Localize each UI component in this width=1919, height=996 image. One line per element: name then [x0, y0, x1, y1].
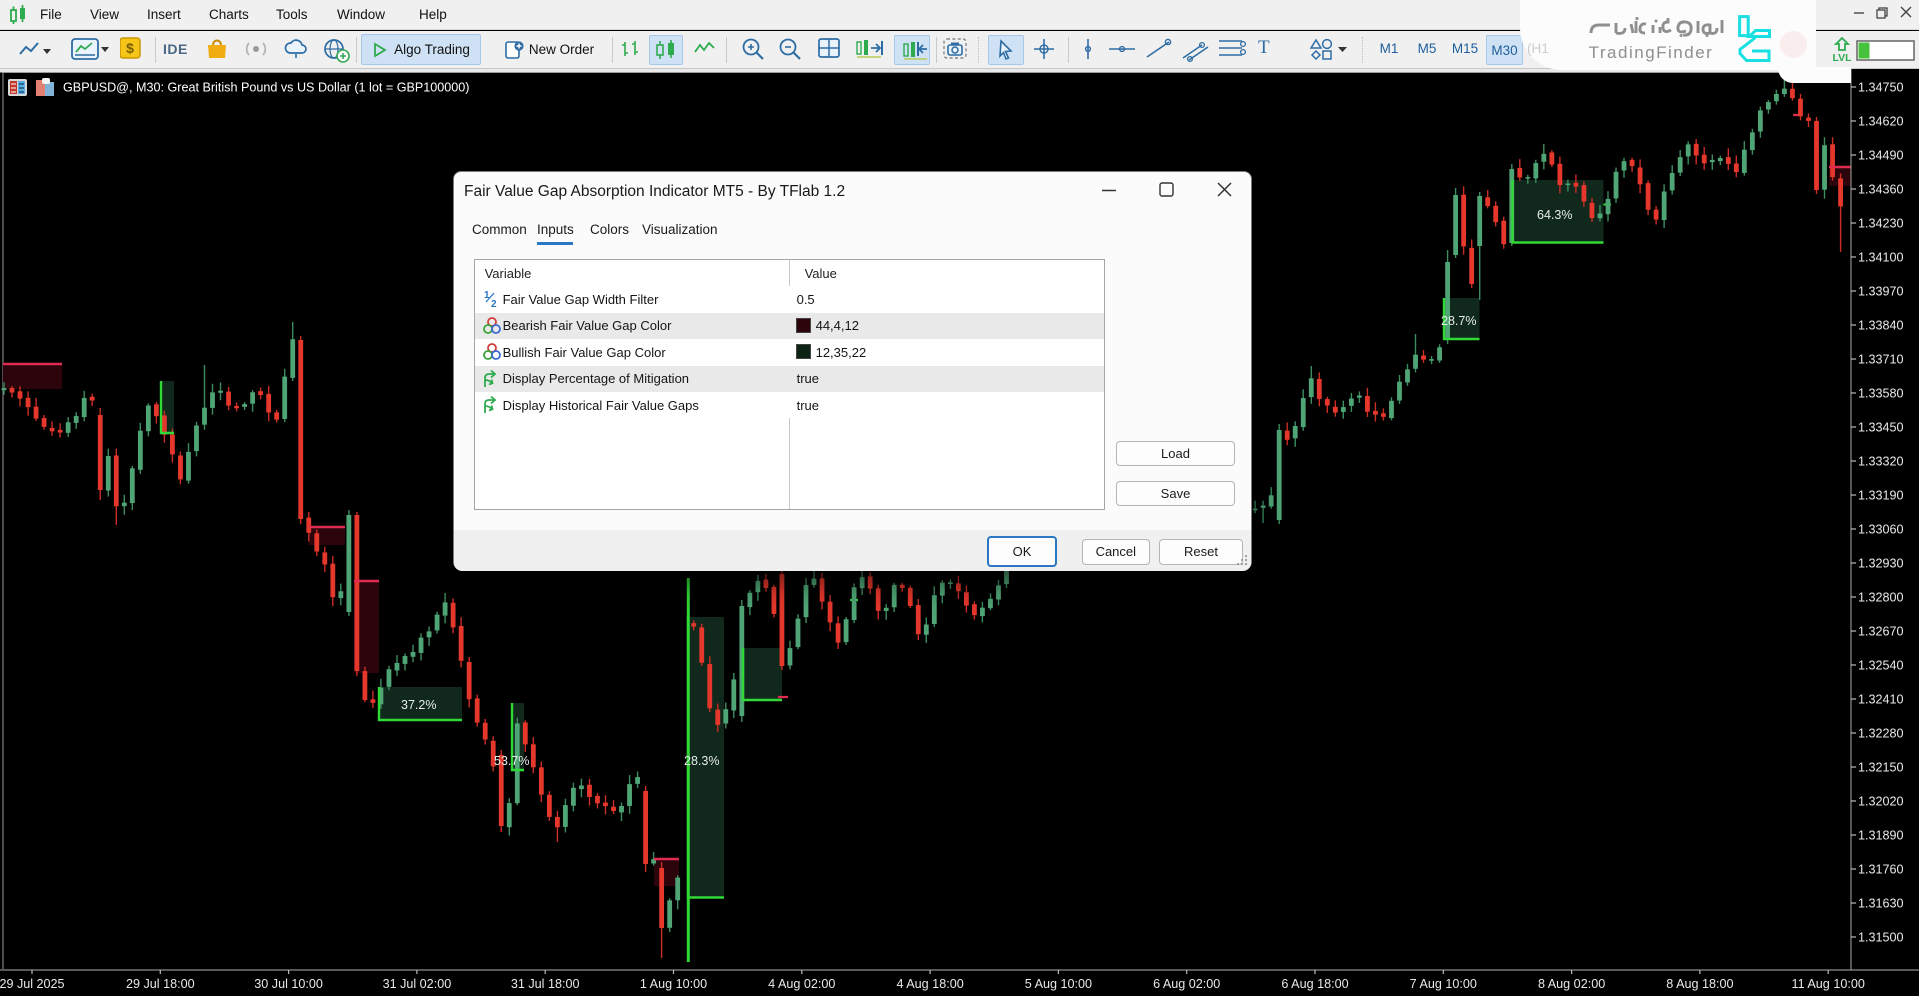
svg-text:1.33580: 1.33580: [1858, 386, 1904, 400]
svg-text:5 Aug 10:00: 5 Aug 10:00: [1025, 977, 1092, 991]
svg-text:64.3%: 64.3%: [1537, 208, 1572, 222]
svg-text:1.34750: 1.34750: [1858, 80, 1904, 94]
svg-text:53.7%: 53.7%: [494, 754, 529, 768]
svg-text:1.31890: 1.31890: [1858, 828, 1904, 842]
svg-text:28.3%: 28.3%: [684, 754, 719, 768]
svg-text:6 Aug 18:00: 6 Aug 18:00: [1281, 977, 1348, 991]
svg-text:1.31630: 1.31630: [1858, 896, 1904, 910]
svg-text:1.32020: 1.32020: [1858, 794, 1904, 808]
svg-text:31 Jul 02:00: 31 Jul 02:00: [383, 977, 452, 991]
svg-text:31 Jul 18:00: 31 Jul 18:00: [511, 977, 580, 991]
svg-text:1.32540: 1.32540: [1858, 658, 1904, 672]
svg-text:4 Aug 18:00: 4 Aug 18:00: [896, 977, 963, 991]
svg-text:8 Aug 18:00: 8 Aug 18:00: [1666, 977, 1733, 991]
svg-text:4 Aug 02:00: 4 Aug 02:00: [768, 977, 835, 991]
svg-text:1.31500: 1.31500: [1858, 930, 1904, 944]
svg-text:1.32410: 1.32410: [1858, 692, 1904, 706]
svg-text:1.32800: 1.32800: [1858, 590, 1904, 604]
svg-text:1.33320: 1.33320: [1858, 454, 1904, 468]
svg-text:1.34620: 1.34620: [1858, 114, 1904, 128]
svg-text:1.33450: 1.33450: [1858, 420, 1904, 434]
svg-text:8 Aug 02:00: 8 Aug 02:00: [1538, 977, 1605, 991]
svg-text:1.33060: 1.33060: [1858, 522, 1904, 536]
svg-text:1.34360: 1.34360: [1858, 182, 1904, 196]
svg-text:1.33190: 1.33190: [1858, 488, 1904, 502]
svg-text:11 Aug 10:00: 11 Aug 10:00: [1792, 977, 1865, 991]
svg-text:1.34100: 1.34100: [1858, 250, 1904, 264]
svg-text:29 Jul 2025: 29 Jul 2025: [0, 977, 65, 991]
svg-text:1.32280: 1.32280: [1858, 726, 1904, 740]
svg-text:1.31760: 1.31760: [1858, 862, 1904, 876]
svg-text:1.34230: 1.34230: [1858, 216, 1904, 230]
svg-text:LVL: LVL: [1832, 52, 1852, 64]
svg-text:1.33710: 1.33710: [1858, 352, 1904, 366]
svg-text:2: 2: [491, 299, 497, 310]
svg-text:37.2%: 37.2%: [401, 698, 436, 712]
svg-text:1.33970: 1.33970: [1858, 284, 1904, 298]
svg-text:30 Jul 10:00: 30 Jul 10:00: [254, 977, 323, 991]
svg-text:6 Aug 02:00: 6 Aug 02:00: [1153, 977, 1220, 991]
svg-text:1 Aug 10:00: 1 Aug 10:00: [640, 977, 707, 991]
svg-text:1.32150: 1.32150: [1858, 760, 1904, 774]
svg-text:7 Aug 10:00: 7 Aug 10:00: [1410, 977, 1477, 991]
svg-text:1.33840: 1.33840: [1858, 318, 1904, 332]
svg-text:1.32670: 1.32670: [1858, 624, 1904, 638]
svg-text:GBPUSD@, M30: Great British P: GBPUSD@, M30: Great British Pound vs US …: [63, 81, 470, 95]
svg-text:1.34490: 1.34490: [1858, 148, 1904, 162]
svg-text:1.32930: 1.32930: [1858, 556, 1904, 570]
svg-text:28.7%: 28.7%: [1441, 314, 1476, 328]
svg-text:29 Jul 18:00: 29 Jul 18:00: [126, 977, 195, 991]
